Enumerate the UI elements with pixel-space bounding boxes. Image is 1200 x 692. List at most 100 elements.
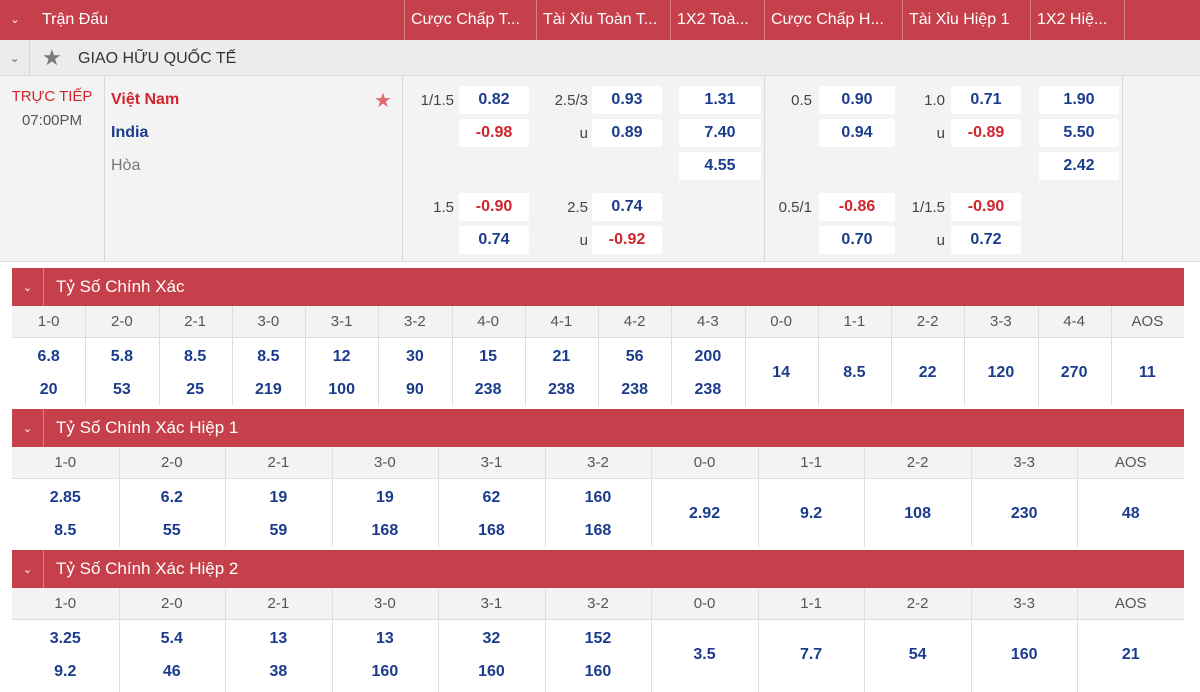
score-odds[interactable]: 20 [12,381,85,399]
section-correct-score-h2[interactable]: ⌄ Tỷ Số Chính Xác Hiệp 2 [12,550,1184,588]
score-odds[interactable]: 200 [671,348,744,366]
score-odds[interactable]: 230 [971,505,1078,523]
score-odds[interactable]: 13 [225,630,332,648]
odds-button[interactable]: 4.55 [679,152,761,180]
score-odds[interactable]: 8.5 [159,348,232,366]
score-odds[interactable]: 62 [438,489,545,507]
score-odds[interactable]: 30 [378,348,451,366]
star-icon[interactable]: ★ [42,46,62,70]
score-odds[interactable]: 15 [452,348,525,366]
score-odds[interactable]: 21 [1077,646,1184,664]
score-odds[interactable]: 100 [305,381,378,399]
odds-button[interactable]: 1.31 [679,86,761,114]
score-odds[interactable]: 25 [159,381,232,399]
score-odds[interactable]: 53 [85,381,158,399]
collapse-all-icon[interactable]: ⌄ [0,0,30,40]
score-odds[interactable]: 160 [438,663,545,681]
chevron-down-icon[interactable]: ⌄ [12,268,44,306]
score-odds[interactable]: 8.5 [818,364,891,382]
score-odds[interactable]: 238 [452,381,525,399]
score-odds[interactable]: 120 [964,364,1037,382]
score-odds[interactable]: 3.5 [651,646,758,664]
score-odds[interactable]: 55 [119,522,226,540]
score-odds[interactable]: 90 [378,381,451,399]
odds-button[interactable]: -0.86 [819,193,895,221]
score-odds[interactable]: 168 [545,522,652,540]
score-odds[interactable]: 8.5 [12,522,119,540]
odds-button[interactable]: -0.98 [459,119,529,147]
odds-button[interactable]: 0.93 [592,86,662,114]
score-odds[interactable]: 32 [438,630,545,648]
section-correct-score-h1[interactable]: ⌄ Tỷ Số Chính Xác Hiệp 1 [12,409,1184,447]
odds-button[interactable]: 0.71 [951,86,1021,114]
score-odds[interactable]: 3.25 [12,630,119,648]
score-odds[interactable]: 7.7 [758,646,865,664]
odds-button[interactable]: -0.90 [951,193,1021,221]
odds-button[interactable]: 2.42 [1039,152,1119,180]
score-odds[interactable]: 168 [332,522,439,540]
score-odds[interactable]: 9.2 [12,663,119,681]
odds-button[interactable]: 7.40 [679,119,761,147]
odds-button[interactable]: 0.90 [819,86,895,114]
score-odds[interactable]: 5.8 [85,348,158,366]
league-bar[interactable]: ⌄ ★ GIAO HỮU QUỐC TẾ [0,40,1200,76]
score-odds[interactable]: 168 [438,522,545,540]
score-odds[interactable]: 160 [545,663,652,681]
score-label: 4-4 [1063,313,1085,330]
odds-button[interactable]: 0.74 [459,226,529,254]
score-odds[interactable]: 152 [545,630,652,648]
score-odds[interactable]: 238 [671,381,744,399]
score-odds[interactable]: 56 [598,348,671,366]
score-odds[interactable]: 6.2 [119,489,226,507]
odds-button[interactable]: 0.89 [592,119,662,147]
odds-button[interactable]: 0.72 [951,226,1021,254]
favorite-star-icon[interactable]: ★ [374,88,392,113]
odds-button[interactable]: -0.90 [459,193,529,221]
score-odds[interactable]: 238 [598,381,671,399]
column-divider [970,588,972,692]
score-odds[interactable]: 238 [525,381,598,399]
odds-button[interactable]: 0.70 [819,226,895,254]
score-odds[interactable]: 8.5 [232,348,305,366]
score-odds[interactable]: 19 [332,489,439,507]
score-odds[interactable]: 6.8 [12,348,85,366]
chevron-down-icon[interactable]: ⌄ [0,40,30,76]
score-odds[interactable]: 270 [1038,364,1111,382]
odds-button[interactable]: 0.74 [592,193,662,221]
odds-button[interactable]: -0.92 [592,226,662,254]
section-correct-score[interactable]: ⌄ Tỷ Số Chính Xác [12,268,1184,306]
header-match: Trận Đấu [42,11,109,28]
score-odds[interactable]: 21 [525,348,598,366]
score-odds[interactable]: 5.4 [119,630,226,648]
score-odds[interactable]: 14 [745,364,818,382]
score-odds[interactable]: 38 [225,663,332,681]
score-odds[interactable]: 2.85 [12,489,119,507]
score-odds[interactable]: 13 [332,630,439,648]
home-team[interactable]: Việt Nam [111,91,179,109]
score-odds[interactable]: 9.2 [758,505,865,523]
odds-button[interactable]: 0.82 [459,86,529,114]
score-odds[interactable]: 160 [332,663,439,681]
chevron-down-icon[interactable]: ⌄ [12,409,44,447]
score-odds[interactable]: 160 [545,489,652,507]
score-odds[interactable]: 219 [232,381,305,399]
score-label: 2-0 [160,595,183,612]
score-odds[interactable]: 12 [305,348,378,366]
score-odds[interactable]: 160 [971,646,1078,664]
chevron-down-icon[interactable]: ⌄ [12,550,44,588]
away-team[interactable]: India [111,124,148,142]
score-odds[interactable]: 48 [1077,505,1184,523]
odds-button[interactable]: -0.89 [951,119,1021,147]
score-odds[interactable]: 22 [891,364,964,382]
correct-score-h2-grid: 1-0 2-0 2-1 3-0 3-1 3-2 0-0 1-1 2-2 3-3 AOS 3.25 9.2… [12,588,1184,692]
score-odds[interactable]: 11 [1111,364,1184,382]
score-odds[interactable]: 19 [225,489,332,507]
score-odds[interactable]: 54 [864,646,971,664]
score-odds[interactable]: 59 [225,522,332,540]
odds-button[interactable]: 5.50 [1039,119,1119,147]
odds-button[interactable]: 1.90 [1039,86,1119,114]
score-odds[interactable]: 2.92 [651,505,758,523]
score-odds[interactable]: 46 [119,663,226,681]
odds-button[interactable]: 0.94 [819,119,895,147]
score-odds[interactable]: 108 [864,505,971,523]
